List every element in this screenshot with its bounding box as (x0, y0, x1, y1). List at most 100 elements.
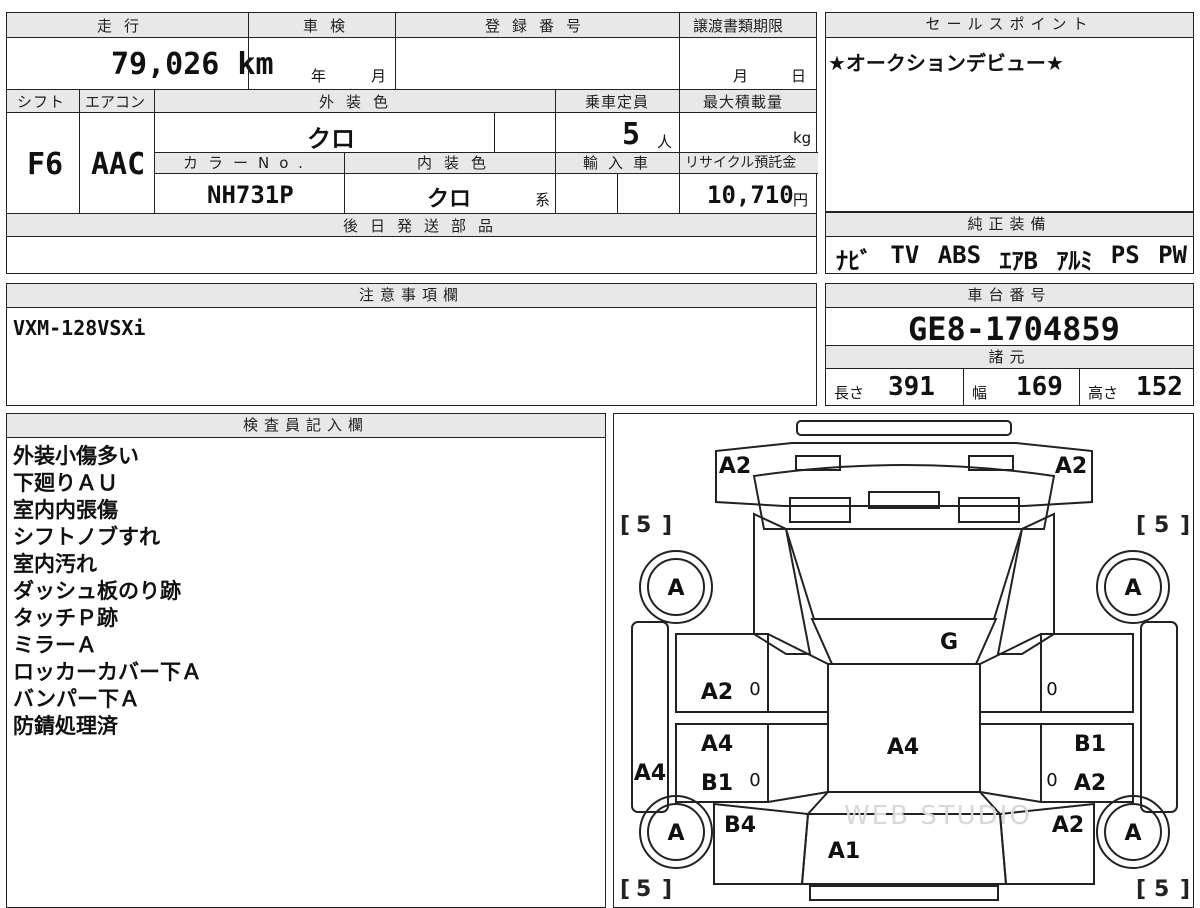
hood-vent-left (789, 497, 851, 523)
exterior-color-label: 外装色 (319, 93, 401, 111)
tread-fl: [ (620, 513, 630, 538)
equipment-box: 純正装備 ﾅﾋﾞ TV ABS ｴｱB ｱﾙﾐ PS PW (825, 212, 1194, 276)
divider (555, 89, 556, 213)
rear-bumper (809, 885, 999, 901)
code-wheel-fl: A (667, 576, 684, 601)
divider (79, 89, 80, 213)
tread-rl: [ (620, 877, 630, 902)
inspector-note: 室内内張傷 (13, 498, 118, 522)
inspector-note: ダッシュ板のり跡 (13, 579, 181, 603)
tread-fr: [ (1136, 513, 1146, 538)
divider (679, 89, 680, 213)
equipment-item-tv: TV (890, 241, 920, 269)
inspector-note: 室内汚れ (13, 552, 97, 576)
code-front-left-corner: A2 (719, 454, 751, 479)
code-right-rear-door-2: A2 (1074, 771, 1106, 796)
tread-rl-close: ] (662, 877, 672, 902)
shaken-label: 車検 (303, 17, 358, 35)
tread-fr-value: 5 (1154, 513, 1169, 538)
width-label: 幅 (972, 384, 988, 402)
chassis-box: 車台番号 GE8-1704859 諸元 長さ 391 幅 169 高さ 152 (825, 283, 1194, 406)
divider (344, 152, 345, 213)
code-left-rear-door-2: B1 (701, 771, 733, 796)
equipment-item-abs: ABS (937, 241, 982, 269)
vehicle-info-table: 走行 車検 登録番号 譲渡書類期限 79,026 km 年 月 月 日 シフト … (6, 12, 818, 274)
hood-vent-right (958, 497, 1020, 523)
inspector-note: バンパー下Ａ (13, 687, 141, 711)
chassis-header: 車台番号 (826, 284, 1193, 308)
cabin (827, 663, 981, 793)
tread-rr-close: ] (1180, 877, 1190, 902)
sales-point-text: ★オークションデビュー★ (828, 51, 1064, 75)
equipment-item-alloy: ｱﾙﾐ (1056, 247, 1093, 275)
inspector-box: 検査員記入欄 外装小傷多い 下廻りＡＵ 室内内張傷 シフトノブすれ 室内汚れ ダ… (6, 413, 606, 908)
code-left-rocker: A4 (634, 761, 666, 786)
right-front-door (1040, 633, 1134, 713)
color-no-label: カラーNo. (183, 154, 313, 172)
windshield (784, 528, 1024, 620)
caution-text: VXM-128VSXi (13, 316, 146, 340)
mileage-label: 走行 (97, 17, 152, 35)
inspector-note: 下廻りＡＵ (13, 471, 118, 495)
code-roof: A4 (887, 735, 919, 760)
inspector-notes: 外装小傷多い 下廻りＡＵ 室内内張傷 シフトノブすれ 室内汚れ ダッシュ板のり跡… (13, 443, 202, 740)
divider (617, 174, 618, 213)
capacity-value: 5 (622, 117, 641, 152)
tread-fr-close: ] (1180, 513, 1190, 538)
equipment-item-airbag: ｴｱB (999, 247, 1038, 275)
equipment-list: ﾅﾋﾞ TV ABS ｴｱB ｱﾙﾐ PS PW (836, 241, 1187, 276)
equipment-item-navi: ﾅﾋﾞ (836, 247, 872, 275)
interior-color-suffix: 系 (535, 191, 551, 209)
length-label: 長さ (834, 384, 865, 402)
code-wheel-rr: A (1124, 821, 1141, 846)
code-right-front-door-zero: 0 (1046, 679, 1057, 700)
transfer-day-unit: 日 (791, 67, 807, 85)
aircon-value: AAC (91, 147, 146, 182)
divider (679, 13, 680, 89)
shift-value: F6 (27, 147, 64, 182)
color-no-value: NH731P (207, 181, 294, 209)
later-parts-label: 後日発送部品 (343, 217, 506, 235)
roof (810, 618, 998, 665)
code-rear-gate: A1 (828, 839, 860, 864)
chassis-number: GE8-1704859 (908, 310, 1120, 348)
front-bumper (796, 420, 1012, 436)
tread-rr: [ (1136, 877, 1146, 902)
transfer-deadline-label: 譲渡書類期限 (693, 17, 784, 35)
aircon-label: エアコン (85, 93, 146, 111)
capacity-unit: 人 (657, 133, 673, 151)
tread-rl-value: 5 (636, 877, 651, 902)
code-left-front-door-zero: 0 (749, 679, 760, 700)
length-value: 391 (888, 372, 935, 402)
tread-fl-value: 5 (636, 513, 651, 538)
height-label: 高さ (1088, 384, 1119, 402)
divider (1079, 369, 1080, 405)
code-left-rear-door-1: A4 (701, 732, 733, 757)
tread-fl-close: ] (662, 513, 672, 538)
exterior-color-value: クロ (307, 125, 355, 153)
code-left-rear-fender: B4 (724, 813, 756, 838)
height-value: 152 (1136, 372, 1183, 402)
sales-point-box: セールスポイント ★オークションデビュー★ (825, 12, 1194, 212)
tread-rr-value: 5 (1154, 877, 1169, 902)
divider (248, 13, 249, 89)
car-diagram: [ 5 ] [ 5 ] [ 5 ] [ 5 ] A A A A A2 A2 G … (620, 420, 1190, 902)
capacity-label: 乗車定員 (585, 93, 650, 111)
code-right-rear-door-1: B1 (1074, 732, 1106, 757)
inspector-header: 検査員記入欄 (7, 414, 605, 438)
recycle-label: リサイクル預託金 (685, 155, 797, 171)
code-front-right-corner: A2 (1055, 454, 1087, 479)
divider (494, 113, 495, 152)
recycle-fee-value: 10,710 (707, 181, 794, 209)
divider (395, 13, 396, 89)
registration-label: 登録番号 (485, 17, 594, 35)
max-load-unit: kg (793, 129, 812, 147)
inspector-note: シフトノブすれ (13, 525, 160, 549)
code-windshield: G (940, 630, 958, 655)
shift-label: シフト (17, 93, 66, 111)
specs-header: 諸元 (826, 345, 1193, 369)
code-left-rear-door-zero: 0 (749, 770, 760, 791)
recycle-unit: 円 (793, 191, 809, 209)
max-load-label: 最大積載量 (703, 93, 784, 111)
inspector-note: ロッカーカバー下Ａ (13, 660, 202, 684)
